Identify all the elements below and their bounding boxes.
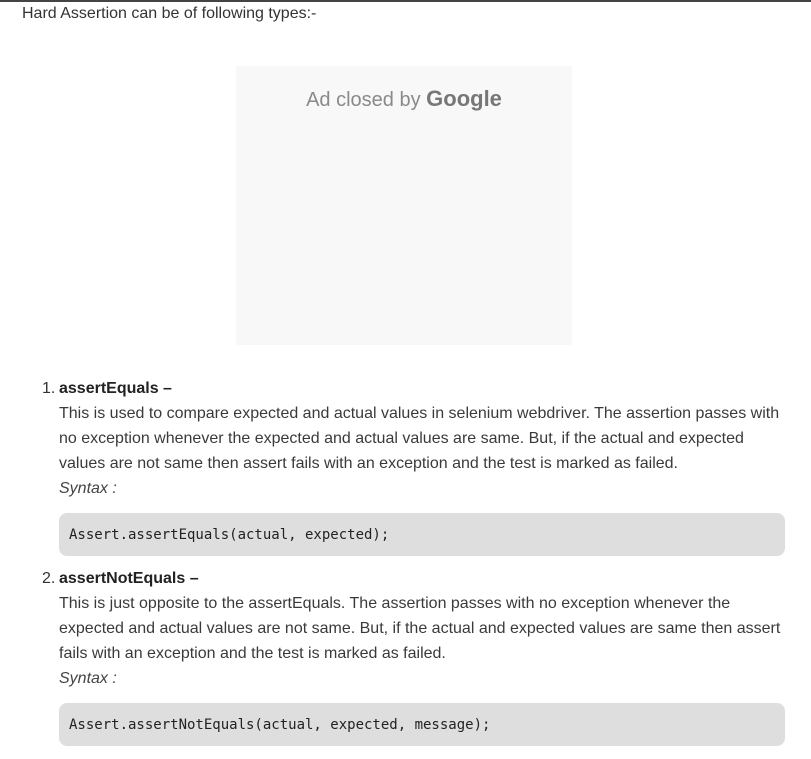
syntax-label: Syntax : bbox=[59, 480, 117, 497]
list-item-description: This is just opposite to the assertEqual… bbox=[59, 595, 781, 662]
list-item-number: 2. bbox=[42, 570, 56, 587]
code-block[interactable]: Assert.assertEquals(actual, expected); bbox=[59, 513, 785, 556]
code-snippet[interactable]: Assert.assertEquals(actual, expected); bbox=[69, 527, 389, 543]
list-item-assert-not-equals: 2. assertNotEquals – This is just opposi… bbox=[0, 566, 811, 746]
list-item-number: 1. bbox=[42, 380, 56, 397]
top-divider bbox=[0, 0, 811, 2]
list-item-title: assertNotEquals – bbox=[59, 570, 199, 587]
syntax-label: Syntax : bbox=[59, 670, 117, 687]
list-item-assert-equals: 1. assertEquals – This is used to compar… bbox=[0, 376, 811, 556]
list-item-description: This is used to compare expected and act… bbox=[59, 405, 780, 472]
ad-placeholder: Ad closed by Google bbox=[236, 66, 572, 345]
code-block[interactable]: Assert.assertNotEquals(actual, expected,… bbox=[59, 703, 785, 746]
intro-paragraph: Hard Assertion can be of following types… bbox=[22, 5, 317, 22]
list-item-title: assertEquals – bbox=[59, 380, 172, 397]
ad-closed-label: Ad closed by Google bbox=[236, 86, 572, 112]
google-logo-text: Google bbox=[426, 86, 502, 111]
code-snippet[interactable]: Assert.assertNotEquals(actual, expected,… bbox=[69, 717, 490, 733]
ad-closed-prefix: Ad closed by bbox=[306, 89, 427, 111]
assertion-types-list: 1. assertEquals – This is used to compar… bbox=[0, 376, 811, 746]
